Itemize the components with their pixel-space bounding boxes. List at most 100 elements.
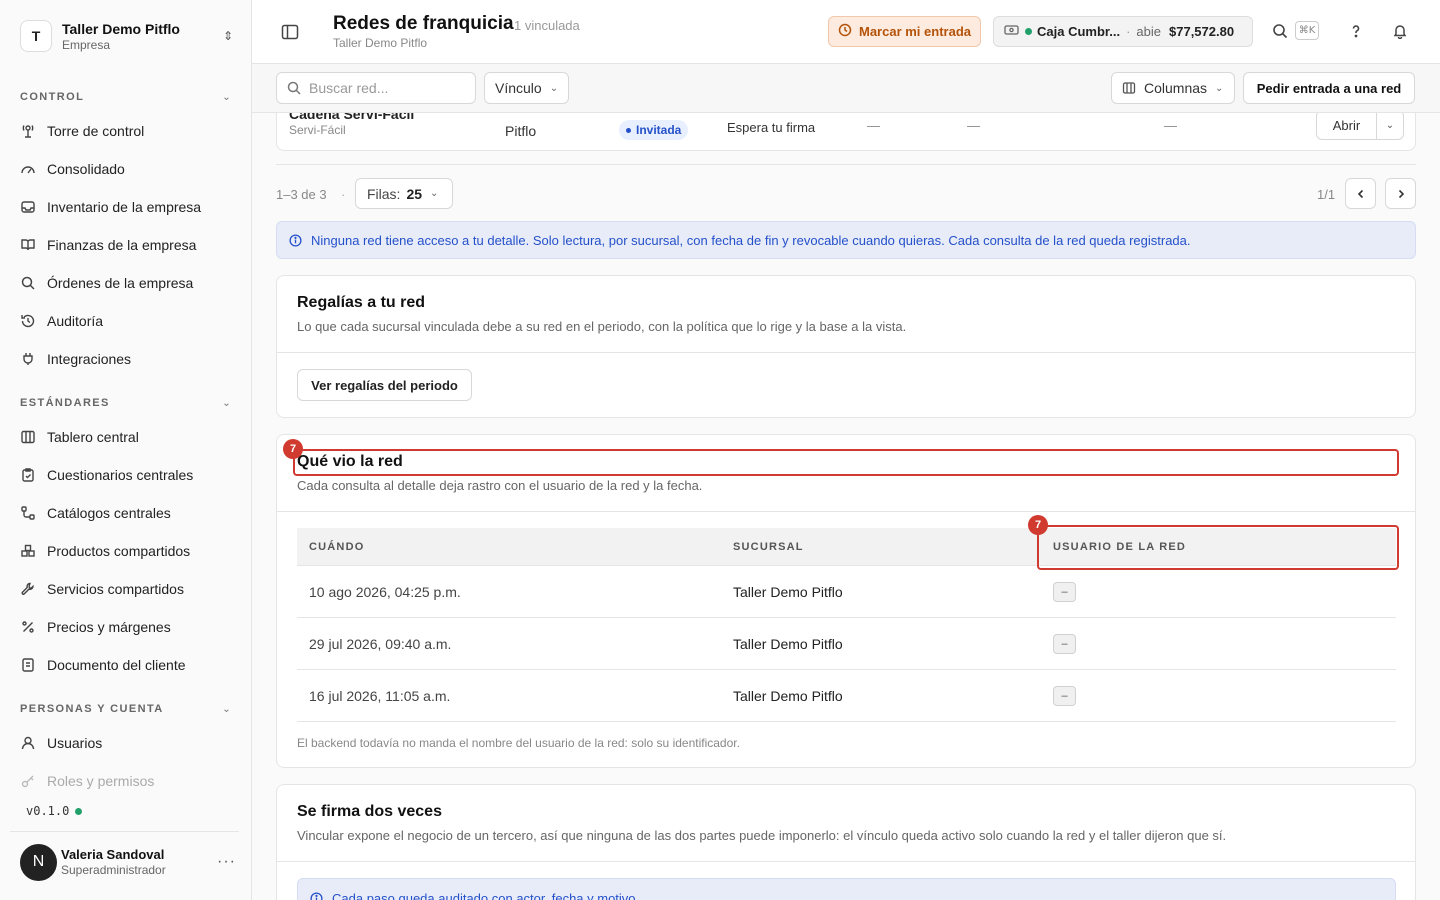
sidebar-item-integraciones[interactable]: Integraciones — [20, 345, 232, 373]
sidebar-item-tablero-central[interactable]: Tablero central — [20, 423, 232, 451]
plug-icon — [20, 351, 36, 367]
table-row[interactable]: Cadena Servi-Fácil Servi-Fácil Pitflo In… — [276, 113, 1416, 151]
page-indicator: 1/1 — [1317, 187, 1336, 202]
section-estandares-header[interactable]: ESTÁNDARES ⌄ — [20, 397, 232, 409]
version-label: v0.1.0 — [26, 804, 70, 818]
book-icon — [20, 237, 36, 253]
network-search[interactable] — [276, 72, 476, 104]
sidebar-item-roles[interactable]: Roles y permisos — [20, 767, 232, 795]
chevron-down-icon: ⌄ — [430, 188, 439, 199]
search-icon — [287, 81, 301, 95]
sign-twice-card: Se firma dos veces Vincular expone el ne… — [276, 784, 1416, 900]
user-name: Valeria Sandoval — [61, 846, 165, 862]
search-input[interactable] — [309, 80, 459, 96]
sidebar-item-torre-de-control[interactable]: Torre de control — [20, 117, 232, 145]
page-title: Redes de franquicia — [333, 13, 514, 34]
cash-name: Caja Cumbr... — [1037, 24, 1121, 39]
network-name: Cadena Servi-Fácil — [289, 113, 415, 122]
link-filter-select[interactable]: Vínculo ⌄ — [484, 72, 570, 104]
info-icon — [310, 891, 323, 900]
rows-per-page-select[interactable]: Filas: 25 ⌄ — [355, 178, 453, 209]
royalties-card: Regalías a tu red Lo que cada sucursal v… — [276, 275, 1416, 418]
cell-when: 29 jul 2026, 09:40 a.m. — [309, 636, 452, 652]
sidebar-item-servicios[interactable]: Servicios compartidos — [20, 575, 232, 603]
sidebar-item-label: Torre de control — [47, 123, 145, 139]
columns-icon — [1122, 81, 1136, 95]
section-personas-header[interactable]: PERSONAS Y CUENTA ⌄ — [20, 703, 232, 715]
table-footnote: El backend todavía no manda el nombre de… — [297, 736, 740, 750]
sidebar-item-consolidado[interactable]: Consolidado — [20, 155, 232, 183]
hierarchy-icon — [20, 505, 36, 521]
cell-branch: Taller Demo Pitflo — [733, 688, 843, 704]
sidebar-item-label: Integraciones — [47, 351, 132, 367]
highlight-badge: 7 — [1028, 515, 1048, 535]
rows-value: 25 — [406, 185, 423, 202]
royalties-title: Regalías a tu red — [297, 294, 426, 311]
next-page-button[interactable] — [1385, 178, 1416, 209]
main-content: Cadena Servi-Fácil Servi-Fácil Pitflo In… — [252, 113, 1440, 900]
view-royalties-button[interactable]: Ver regalías del periodo — [297, 369, 472, 401]
bell-icon[interactable] — [1391, 22, 1409, 40]
mark-entry-button[interactable]: Marcar mi entrada — [828, 16, 981, 47]
chevron-down-icon[interactable]: ⌄ — [1377, 113, 1403, 139]
inbox-icon — [20, 199, 36, 215]
sidebar-item-label: Órdenes de la empresa — [47, 275, 194, 291]
sidebar-item-inventario[interactable]: Inventario de la empresa — [20, 193, 232, 221]
sidebar: T Taller Demo Pitflo Empresa ⇕ CONTROL ⌄… — [0, 0, 252, 900]
help-icon[interactable] — [1347, 22, 1365, 40]
sidebar-item-documento-cliente[interactable]: Documento del cliente — [20, 651, 232, 679]
sidebar-toggle-icon[interactable] — [280, 22, 300, 42]
online-status-dot — [75, 807, 83, 815]
status-badge-label: Invitada — [636, 123, 682, 137]
pagination-range: 1–3 de 3 — [276, 187, 327, 202]
sidebar-item-label: Productos compartidos — [47, 543, 191, 559]
user-icon — [20, 735, 36, 751]
sidebar-item-productos[interactable]: Productos compartidos — [20, 537, 232, 565]
empty-cell: — — [967, 118, 980, 133]
table-row: 10 ago 2026, 04:25 p.m. Taller Demo Pitf… — [297, 566, 1396, 618]
columns-button[interactable]: Columnas ⌄ — [1111, 72, 1235, 104]
column-header-branch[interactable]: SUCURSAL — [733, 541, 804, 553]
divider — [277, 861, 1415, 862]
pagination-separator: · — [341, 187, 346, 202]
network-short-name: Servi-Fácil — [289, 123, 346, 137]
sidebar-item-finanzas[interactable]: Finanzas de la empresa — [20, 231, 232, 259]
sidebar-item-label: Inventario de la empresa — [47, 199, 202, 215]
sidebar-item-label: Servicios compartidos — [47, 581, 184, 597]
more-options-icon[interactable]: ··· — [217, 853, 236, 871]
company-switcher[interactable]: T Taller Demo Pitflo Empresa ⇕ — [20, 18, 236, 54]
column-header-when[interactable]: CUÁNDO — [309, 541, 364, 553]
empty-cell: — — [1164, 118, 1177, 133]
cash-register-selector[interactable]: Caja Cumbr... · abie $77,572.80 — [993, 16, 1253, 47]
section-title: ESTÁNDARES — [20, 397, 110, 409]
network-views-description: Cada consulta al detalle deja rastro con… — [297, 478, 703, 493]
sidebar-item-usuarios[interactable]: Usuarios — [20, 729, 232, 757]
avatar: N — [20, 843, 57, 881]
sidebar-item-cuestionarios[interactable]: Cuestionarios centrales — [20, 461, 232, 489]
link-status: Espera tu firma — [727, 120, 816, 135]
chevron-down-icon: ⌄ — [222, 397, 232, 409]
sidebar-item-auditoria[interactable]: Auditoría — [20, 307, 232, 335]
cell-network-user: – — [1053, 686, 1076, 706]
prev-page-button[interactable] — [1345, 178, 1376, 209]
user-menu[interactable]: N Valeria Sandoval Superadministrador ··… — [20, 843, 236, 881]
open-button[interactable]: Abrir — [1317, 113, 1377, 139]
highlight-box-title — [293, 449, 1399, 476]
linked-count: 1 vinculada — [514, 18, 580, 33]
filters-toolbar: Vínculo ⌄ Columnas ⌄ Pedir entrada a una… — [252, 64, 1440, 113]
link-filter-label: Vínculo — [495, 80, 542, 96]
table-row: 29 jul 2026, 09:40 a.m. Taller Demo Pitf… — [297, 618, 1396, 670]
mark-entry-label: Marcar mi entrada — [859, 24, 971, 39]
chevron-down-icon: ⌄ — [222, 703, 232, 715]
cell-network-user: – — [1053, 634, 1076, 654]
sidebar-item-catalogos[interactable]: Catálogos centrales — [20, 499, 232, 527]
sign-twice-title: Se firma dos veces — [297, 803, 442, 820]
section-control-header[interactable]: CONTROL ⌄ — [20, 91, 232, 103]
sidebar-item-ordenes[interactable]: Órdenes de la empresa — [20, 269, 232, 297]
chevron-down-icon: ⌄ — [549, 82, 559, 94]
search-icon[interactable] — [1271, 22, 1289, 40]
sidebar-item-label: Precios y márgenes — [47, 619, 171, 635]
request-entry-button[interactable]: Pedir entrada a una red — [1243, 72, 1415, 104]
company-name: Taller Demo Pitflo — [62, 20, 180, 37]
sidebar-item-precios[interactable]: Precios y márgenes — [20, 613, 232, 641]
